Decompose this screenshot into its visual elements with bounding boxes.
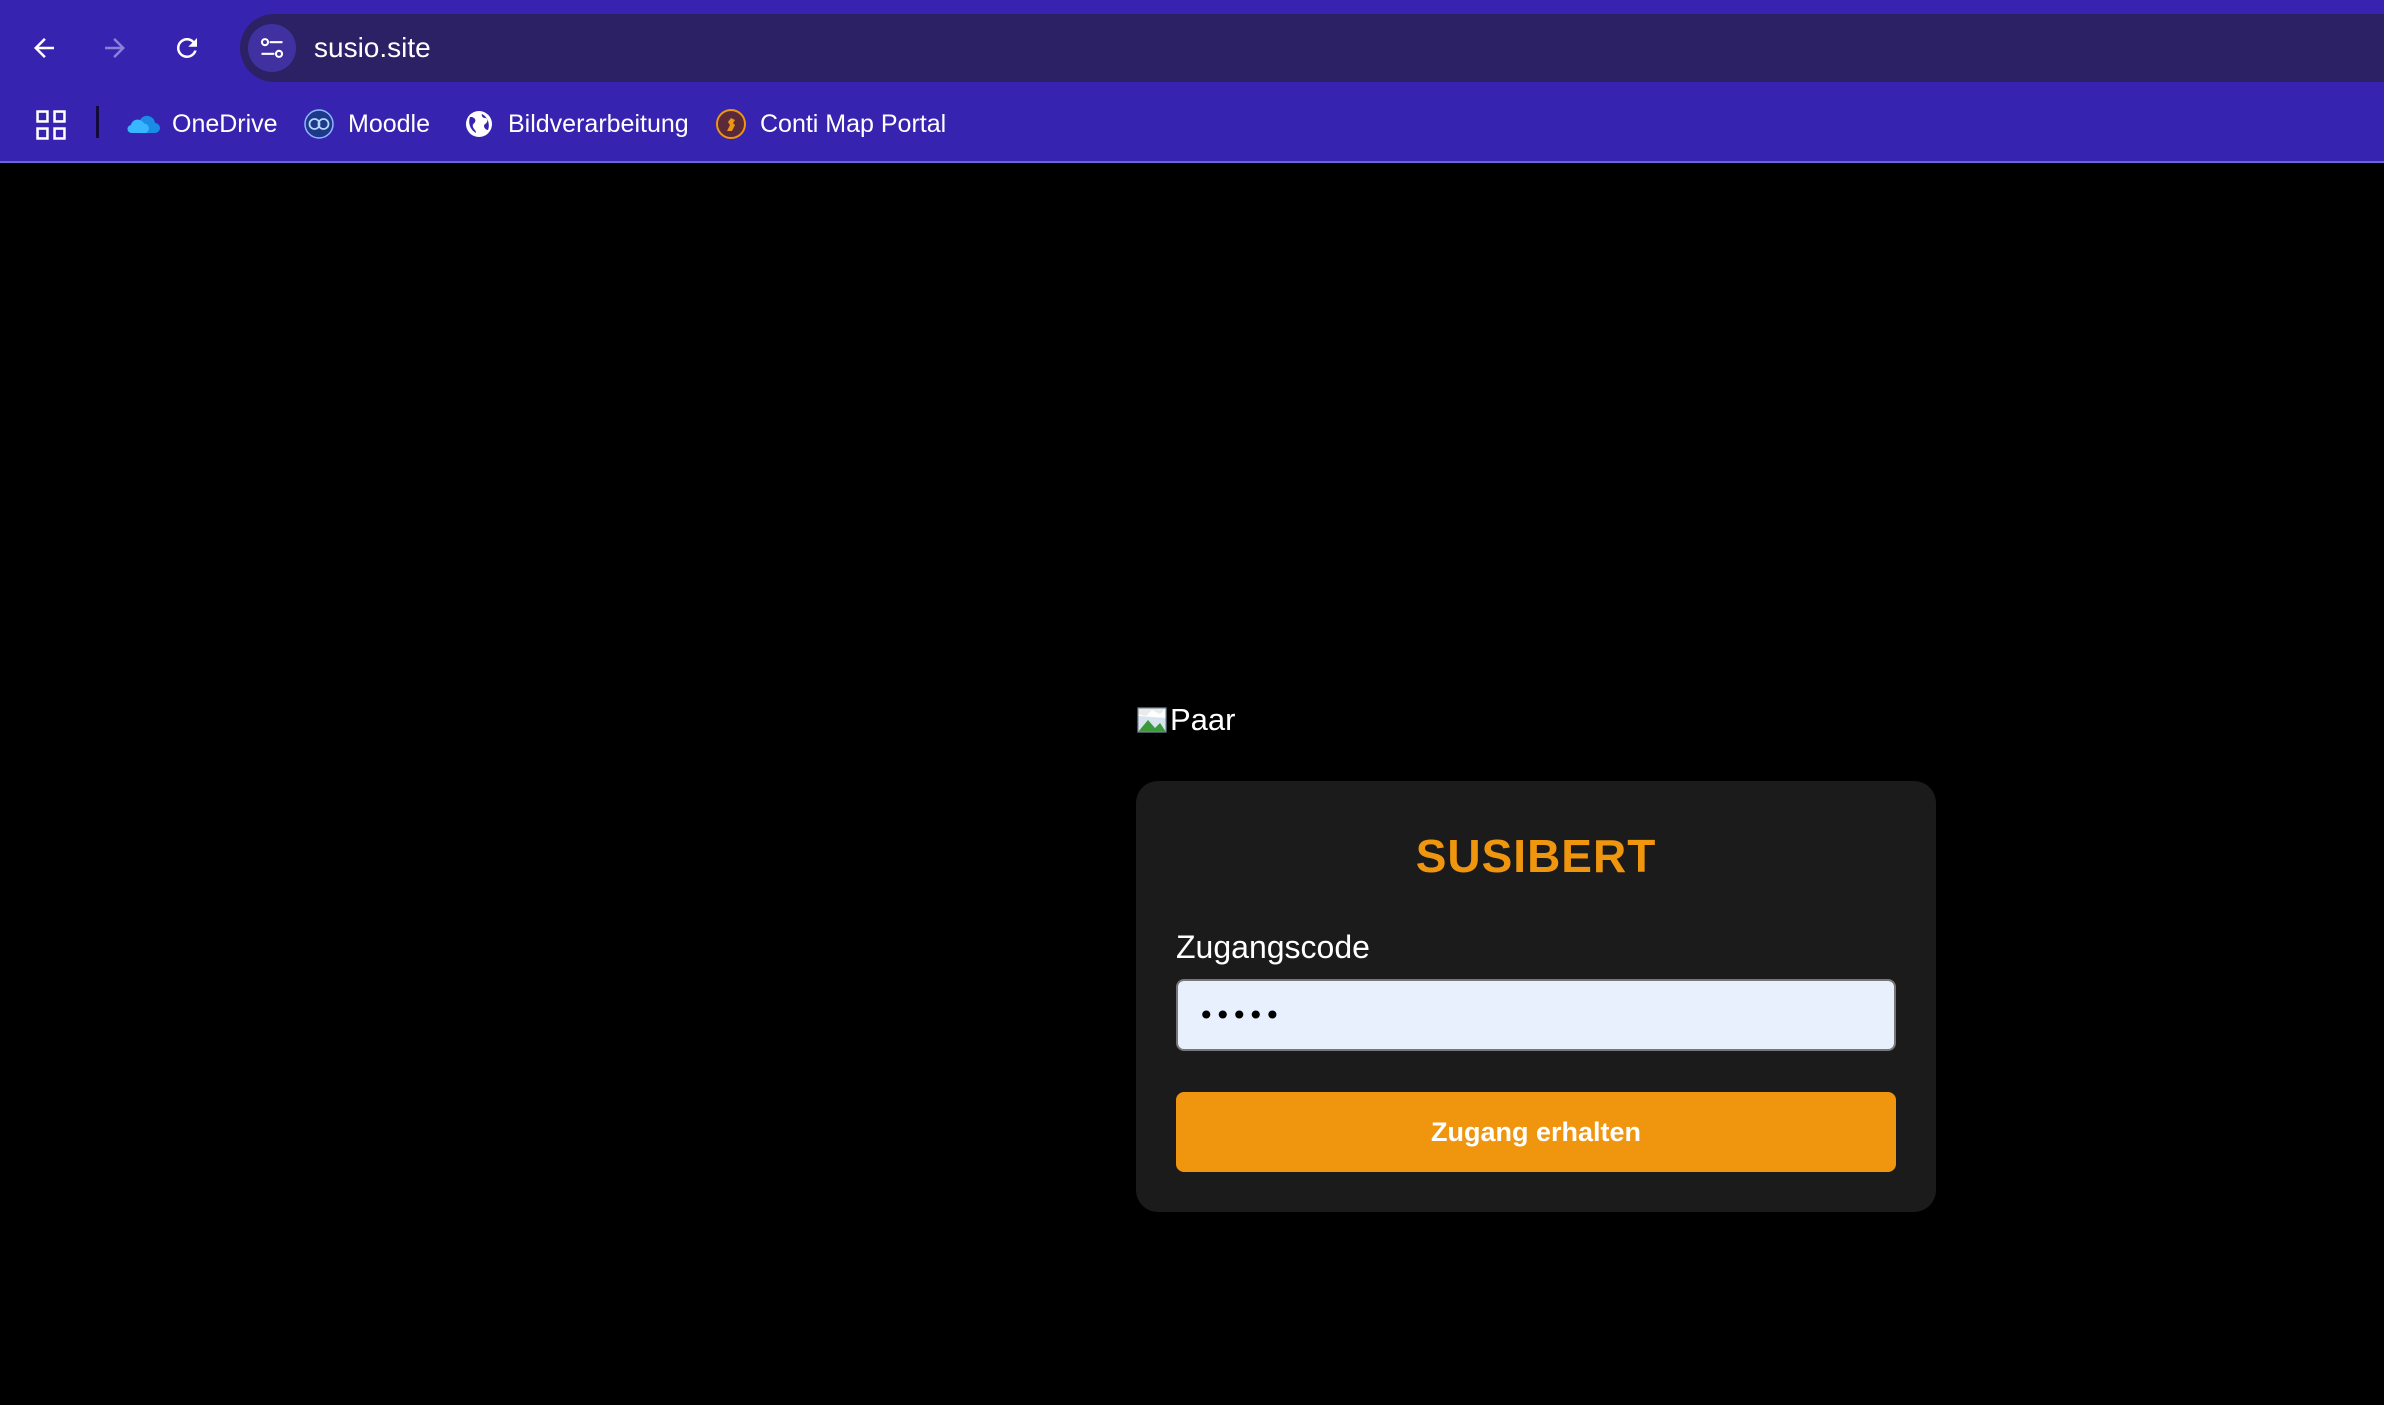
arrow-right-icon xyxy=(105,38,125,58)
login-card: SUSIBERT Zugangscode Zugang erhalten xyxy=(1136,781,1936,1212)
bookmark-label: Moodle xyxy=(348,109,430,138)
bookmark-label: Conti Map Portal xyxy=(760,109,947,138)
broken-image-icon xyxy=(1137,707,1167,733)
globe-icon xyxy=(462,107,496,141)
arrow-left-icon xyxy=(34,38,54,58)
access-code-label: Zugangscode xyxy=(1176,929,1370,965)
bookmark-bildverarbeitung[interactable]: Bildverarbeitung xyxy=(462,104,689,144)
image-alt-text: Paar xyxy=(1170,702,1236,737)
reload-icon xyxy=(176,37,197,58)
bookmarks-bar: OneDrive Moodle Bildverarbeitung Conti M… xyxy=(0,96,2384,162)
get-access-button[interactable]: Zugang erhalten xyxy=(1176,1092,1896,1172)
back-button[interactable] xyxy=(20,24,68,72)
browser-toolbar: susio.site xyxy=(0,0,2384,96)
bookmark-label: Bildverarbeitung xyxy=(508,109,689,138)
conti-horse-icon xyxy=(714,107,748,141)
page-title: SUSIBERT xyxy=(1415,830,1657,882)
bookmark-label: OneDrive xyxy=(172,109,278,138)
bookmarks-separator xyxy=(96,106,99,138)
onedrive-cloud-icon xyxy=(126,107,160,141)
reload-button[interactable] xyxy=(163,24,211,72)
bookmark-conti-map-portal[interactable]: Conti Map Portal xyxy=(714,104,946,144)
broken-image: Paar xyxy=(1136,698,1235,738)
forward-button[interactable] xyxy=(91,24,139,72)
bookmark-moodle[interactable]: Moodle xyxy=(302,104,430,144)
browser-chrome: susio.site OneDrive Moodle Bildverarbeit… xyxy=(0,0,2384,163)
apps-grid-icon xyxy=(36,110,66,140)
access-code-input[interactable] xyxy=(1176,979,1896,1051)
moodle-icon xyxy=(302,107,336,141)
bookmark-onedrive[interactable]: OneDrive xyxy=(126,104,278,144)
apps-button[interactable] xyxy=(34,108,68,142)
url-text[interactable]: susio.site xyxy=(314,31,431,65)
site-info-button[interactable] xyxy=(248,24,296,72)
tune-icon xyxy=(260,38,284,58)
address-bar[interactable]: susio.site xyxy=(240,14,2384,82)
